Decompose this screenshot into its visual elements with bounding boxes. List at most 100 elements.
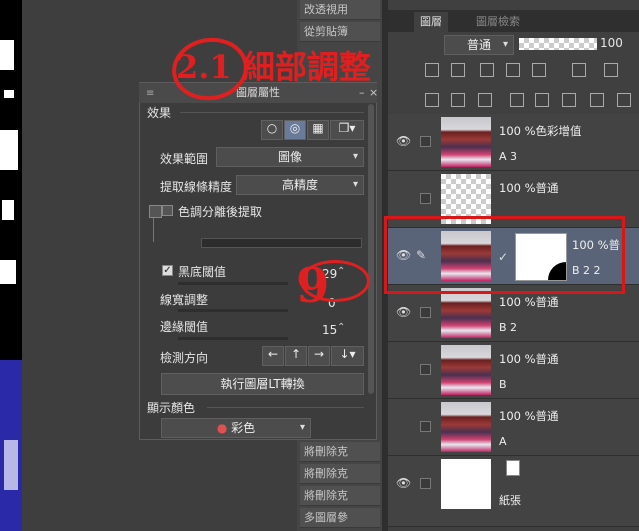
eye-icon[interactable]: 👁	[396, 134, 414, 148]
tab-search-label: 圖層檢索	[476, 15, 520, 28]
layer-sub: 紙張	[499, 494, 521, 507]
arrow-up-icon[interactable]: ↑	[285, 346, 307, 366]
opacity-value: 100	[600, 36, 623, 50]
spin-icon[interactable]: ⌃	[337, 322, 345, 333]
effect-range-value: 圖像	[277, 150, 302, 164]
divider	[180, 112, 364, 113]
opacity-slider[interactable]	[519, 38, 597, 50]
display-color-value: 彩色	[231, 421, 256, 435]
layer-row-paper[interactable]: 👁 紙張	[388, 456, 639, 527]
layer-checkbox[interactable]	[420, 193, 431, 204]
layer-thumbnail	[441, 402, 491, 452]
eye-icon[interactable]: 👁	[396, 476, 414, 490]
arrow-right-icon[interactable]: →	[308, 346, 330, 366]
tab-layer-search[interactable]: 圖層檢索	[470, 12, 526, 32]
expand-icon[interactable]	[149, 205, 162, 218]
dialog-scrollbar[interactable]	[368, 104, 374, 394]
blend-mode-value: 普通	[466, 38, 491, 52]
black-threshold-checkbox[interactable]: ✓	[162, 265, 173, 276]
edge-threshold-value[interactable]: 15	[322, 323, 337, 337]
blend-mode-select[interactable]: 普通 ▾	[444, 35, 514, 55]
tool-item-delete-1[interactable]: 將刪除克	[300, 442, 380, 462]
mask-add-icon[interactable]	[562, 93, 576, 107]
edge-threshold-slider[interactable]	[178, 337, 288, 340]
effect-range-label: 效果範圍	[160, 152, 209, 166]
layer-thumbnail	[441, 345, 491, 395]
mask-icon[interactable]	[532, 63, 546, 77]
layer-name: 100 %普通	[499, 409, 559, 423]
layer-checkbox[interactable]	[420, 478, 431, 489]
black-threshold-slider[interactable]	[178, 282, 288, 285]
execute-lt-label: 執行圖層LT轉換	[220, 377, 305, 391]
tool-item-paste[interactable]: 從剪貼簿	[300, 22, 380, 42]
line-precision-select[interactable]: 高精度 ▾	[236, 175, 364, 195]
chevron-down-icon: ▾	[299, 422, 305, 433]
lock-icon[interactable]	[480, 63, 494, 77]
separate-slider[interactable]	[201, 238, 362, 248]
canvas-artwork	[0, 0, 22, 531]
section-effect: 效果	[147, 106, 172, 120]
layer-sub: B 2	[499, 321, 518, 334]
new-folder-icon[interactable]	[478, 93, 492, 107]
color-icon[interactable]	[604, 63, 618, 77]
layer-name: 100 %普通	[499, 181, 559, 195]
annotation-value-circle	[300, 260, 370, 302]
tab-layers[interactable]: 圖層	[414, 12, 448, 32]
chevron-down-icon: ▾	[352, 151, 358, 162]
line-extract-button[interactable]: ◎	[284, 120, 306, 140]
layer-sub: B	[499, 378, 507, 391]
tool-item-transform[interactable]: 改透視用	[300, 0, 380, 20]
display-color-label: 顯示顏色	[147, 401, 196, 415]
tool-item-delete-2[interactable]: 將刪除克	[300, 464, 380, 484]
layer-row[interactable]: 100 %普通 B	[388, 342, 639, 399]
edge-threshold-label: 邊緣閾值	[160, 320, 209, 334]
layer-checkbox[interactable]	[420, 136, 431, 147]
line-precision-value: 高精度	[281, 178, 318, 192]
layer-icon-2[interactable]	[451, 63, 465, 77]
display-color-select[interactable]: ● 彩色 ▾	[161, 418, 311, 438]
tone-button[interactable]: ▦	[307, 120, 329, 140]
arrow-left-icon[interactable]: ←	[262, 346, 284, 366]
arrow-down-icon[interactable]: ↓▾	[331, 346, 364, 366]
chevron-down-icon: ▾	[502, 39, 508, 50]
chevron-down-icon: ▾	[352, 179, 358, 190]
layer-thumbnail	[441, 288, 491, 338]
highlight-frame	[384, 216, 625, 294]
layer-row[interactable]: 👁 100 %色彩增值 A 3	[388, 114, 639, 171]
layer-sub: A 3	[499, 150, 518, 163]
layer-sub: A	[499, 435, 507, 448]
tool-item-multilayer[interactable]: 多圖層參	[300, 508, 380, 528]
divider	[207, 407, 364, 408]
tab-layers-label: 圖層	[420, 15, 442, 28]
line-width-slider[interactable]	[178, 309, 288, 312]
menu-icon[interactable]: ≡	[146, 88, 154, 99]
layer-row[interactable]: 100 %普通 A	[388, 399, 639, 456]
layer-thumbnail	[441, 117, 491, 167]
layer-name: 100 %色彩增值	[499, 124, 582, 138]
copy-icon[interactable]	[535, 93, 549, 107]
layer-name: 100 %普通	[499, 352, 559, 366]
new-vector-icon[interactable]	[451, 93, 465, 107]
color-separate-checkbox[interactable]	[162, 205, 173, 216]
layer-checkbox[interactable]	[420, 421, 431, 432]
effect-range-select[interactable]: 圖像 ▾	[216, 147, 364, 167]
tree-line	[153, 218, 154, 242]
more-effect-button[interactable]: ❐▾	[330, 120, 364, 140]
layer-icon-3[interactable]	[506, 63, 520, 77]
delete-icon[interactable]	[617, 93, 631, 107]
circle-effect-button[interactable]: ○	[261, 120, 283, 140]
layer-icon-1[interactable]	[425, 63, 439, 77]
layer-icon-4[interactable]	[572, 63, 586, 77]
layer-checkbox[interactable]	[420, 307, 431, 318]
layer-checkbox[interactable]	[420, 364, 431, 375]
detect-direction-label: 檢測方向	[160, 351, 209, 365]
merge-icon[interactable]	[510, 93, 524, 107]
eye-icon[interactable]: 👁	[396, 305, 414, 319]
tool-item-delete-3[interactable]: 將刪除克	[300, 486, 380, 506]
execute-lt-button[interactable]: 執行圖層LT轉換	[161, 373, 364, 395]
layer-thumbnail	[441, 459, 491, 509]
layer-name: 100 %普通	[499, 295, 559, 309]
paper-icon	[506, 460, 520, 476]
new-raster-icon[interactable]	[425, 93, 439, 107]
mask-apply-icon[interactable]	[590, 93, 604, 107]
